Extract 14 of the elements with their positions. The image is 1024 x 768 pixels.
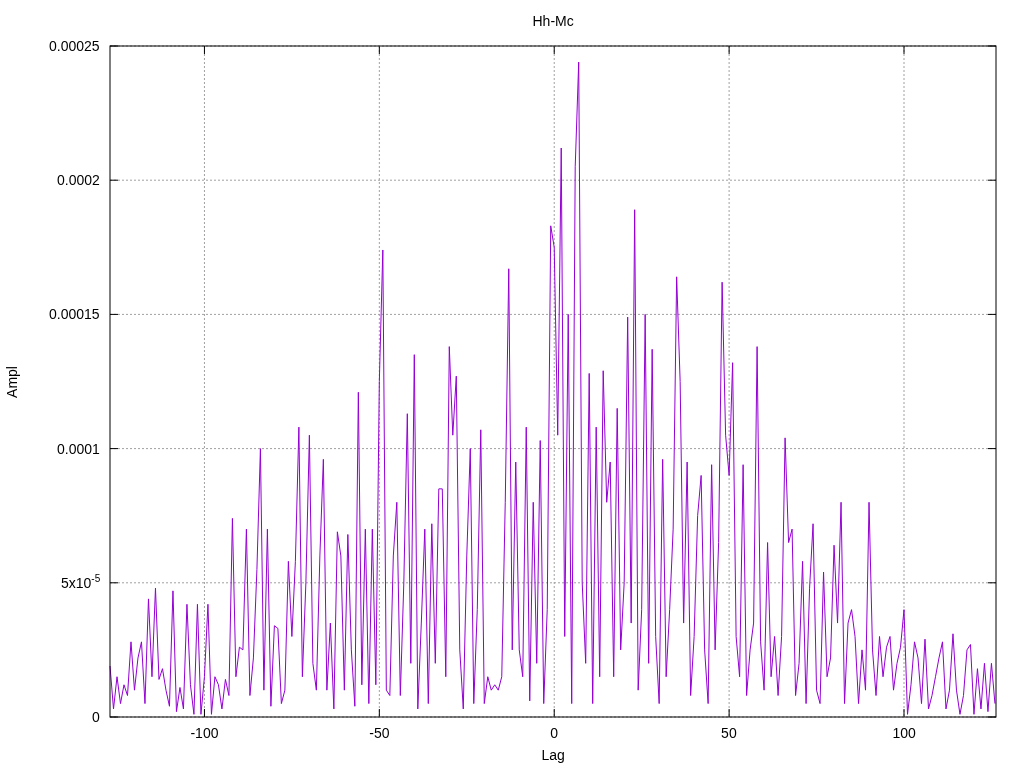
x-axis-title: Lag [541, 748, 565, 762]
chart-title: Hh-Mc [532, 14, 574, 28]
y-axis-title: Ampl [4, 365, 19, 398]
x-tick-label: 100 [892, 726, 916, 740]
x-tick-label: -50 [369, 726, 390, 740]
x-tick-label: 50 [721, 726, 737, 740]
y-tick-label: 5x10$^{-5}$ [61, 575, 101, 590]
y-tick-label: 0.0001 [57, 441, 100, 456]
x-tick-label: 0 [550, 726, 558, 740]
y-tick-label: 0.0002 [57, 173, 100, 188]
x-tick-label: -100 [190, 726, 219, 740]
y-tick-label: 0 [92, 710, 100, 724]
y-tick-label: 0.00025 [49, 39, 100, 53]
y-tick-label: 0.00015 [49, 307, 100, 322]
